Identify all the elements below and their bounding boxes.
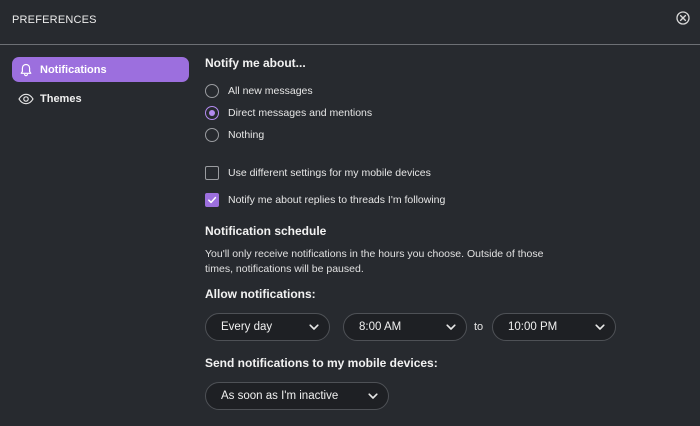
radio-button[interactable] bbox=[205, 84, 219, 98]
checkmark-icon bbox=[208, 196, 217, 204]
dialog-title: PREFERENCES bbox=[12, 14, 97, 26]
end-time-value: 10:00 PM bbox=[508, 321, 558, 333]
sidebar-item-label: Themes bbox=[40, 92, 82, 105]
radio-direct-mentions[interactable]: Direct messages and mentions bbox=[205, 104, 372, 122]
close-circle-icon bbox=[676, 11, 690, 25]
title-bar: PREFERENCES bbox=[0, 0, 700, 45]
checkbox-mobile-settings[interactable]: Use different settings for my mobile dev… bbox=[205, 164, 431, 182]
days-select[interactable]: Every day bbox=[205, 313, 330, 341]
radio-selected-dot bbox=[209, 110, 215, 116]
radio-button[interactable] bbox=[205, 106, 219, 120]
start-time-select[interactable]: 8:00 AM bbox=[343, 313, 467, 341]
schedule-heading: Notification schedule bbox=[205, 224, 327, 238]
mobile-timing-select[interactable]: As soon as I'm inactive bbox=[205, 382, 389, 410]
sidebar-item-themes[interactable]: Themes bbox=[12, 86, 189, 111]
end-time-select[interactable]: 10:00 PM bbox=[492, 313, 616, 341]
schedule-description: You'll only receive notifications in the… bbox=[205, 248, 544, 275]
allow-notifications-label: Allow notifications: bbox=[205, 287, 316, 301]
mobile-heading: Send notifications to my mobile devices: bbox=[205, 356, 438, 370]
checkbox[interactable] bbox=[205, 166, 219, 180]
radio-all-messages[interactable]: All new messages bbox=[205, 82, 313, 100]
sidebar-item-label: Notifications bbox=[40, 63, 107, 76]
to-label: to bbox=[474, 321, 484, 333]
eye-icon bbox=[18, 91, 34, 107]
radio-label: Direct messages and mentions bbox=[228, 107, 373, 119]
chevron-down-icon bbox=[309, 323, 319, 330]
chevron-down-icon bbox=[368, 392, 378, 399]
checkbox-label: Notify me about replies to threads I'm f… bbox=[228, 194, 446, 206]
radio-button[interactable] bbox=[205, 128, 219, 142]
notify-heading: Notify me about... bbox=[205, 56, 306, 70]
close-button[interactable] bbox=[675, 10, 691, 26]
radio-label: All new messages bbox=[228, 85, 313, 97]
start-time-value: 8:00 AM bbox=[359, 321, 402, 333]
checkbox[interactable] bbox=[205, 193, 219, 207]
checkbox-thread-replies[interactable]: Notify me about replies to threads I'm f… bbox=[205, 191, 445, 209]
chevron-down-icon bbox=[595, 323, 605, 330]
sidebar-item-notifications[interactable]: Notifications bbox=[12, 57, 189, 82]
days-select-value: Every day bbox=[221, 321, 273, 333]
checkbox-label: Use different settings for my mobile dev… bbox=[228, 167, 431, 179]
chevron-down-icon bbox=[446, 323, 456, 330]
bell-icon bbox=[18, 62, 34, 78]
mobile-timing-value: As soon as I'm inactive bbox=[221, 390, 339, 402]
radio-label: Nothing bbox=[228, 129, 265, 141]
radio-nothing[interactable]: Nothing bbox=[205, 126, 264, 144]
